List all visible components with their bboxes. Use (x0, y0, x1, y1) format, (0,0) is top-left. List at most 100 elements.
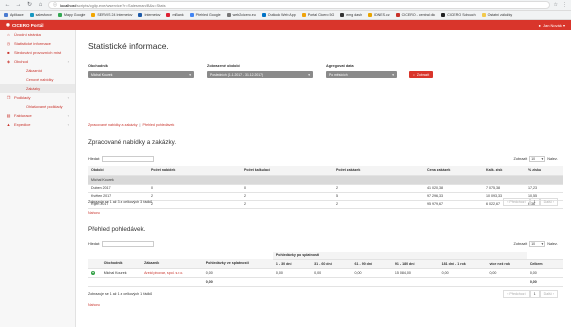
forward-icon[interactable]: → (15, 0, 22, 11)
sidebar-sub-ohlasovane[interactable]: Ohlašované podklady (0, 102, 75, 111)
col-header[interactable]: více než rok (486, 259, 527, 269)
col-header[interactable]: Kalk. zisk (483, 166, 525, 176)
cell: Michal Kourek (100, 268, 142, 278)
spacer (88, 252, 273, 259)
bookmark-item[interactable]: Mapy Google (57, 13, 85, 17)
sidebar-sub-zakaznici[interactable]: Zákazníci (0, 66, 75, 75)
col-header[interactable]: 1 - 30 dní (272, 259, 312, 269)
col-header[interactable]: Obchodník (100, 259, 142, 269)
sidebar-item-expedice[interactable]: ▲ Expedice ‹ (0, 120, 75, 129)
col-header[interactable]: Celkem (526, 259, 563, 269)
customer-link[interactable]: Areál pivovar, spol. s.r.o. (141, 268, 203, 278)
page-size-suffix: Nalez. (547, 157, 558, 161)
search-input[interactable] (102, 241, 155, 247)
sidebar-item-fakturace[interactable]: ▤ Fakturace ‹ (0, 111, 75, 120)
bookmark-favicon-icon (138, 13, 143, 17)
obchodnik-select[interactable]: Michal Kourek ▾ (88, 71, 194, 78)
pager-next[interactable]: Další › (539, 290, 558, 298)
cell: 0 (241, 184, 333, 193)
bookmark-item[interactable]: salesforce (29, 13, 52, 17)
col-header[interactable]: Počet kalkulací (241, 166, 333, 176)
cell: 97 296,33 (424, 192, 483, 201)
bookmark-item[interactable]: Outlook Web App (261, 13, 296, 17)
search-label: Hledat: (88, 157, 101, 161)
cell: 2 (241, 200, 333, 209)
bookmark-favicon-icon (57, 13, 62, 17)
expand-cell[interactable]: + (88, 268, 101, 278)
reload-icon[interactable]: ↻ (26, 0, 33, 11)
bookmark-label: emg dash (346, 13, 363, 17)
sidebar-item-sledovani[interactable]: ■ Sledování provozních míst (0, 48, 75, 57)
obdobi-value: Posledních (1.1.2017 - 31.12.2017) (210, 72, 264, 77)
user-menu[interactable]: ● Jan Novák ▾ (539, 23, 565, 28)
nahoru-link-2[interactable]: Nahoru (88, 303, 100, 307)
bookmark-item[interactable]: Internetov (138, 13, 160, 17)
cell (486, 277, 527, 287)
brand[interactable]: ◉ CICERO Portál (6, 22, 43, 28)
page-size-select[interactable]: 10 ▾ (529, 156, 546, 162)
bookmark-item[interactable]: emg dash (340, 13, 362, 17)
sidebar-item-statistiky[interactable]: ◷ Statistické informace (0, 39, 75, 48)
address-bar[interactable]: ⓘ localhost/scripts/cgiip.exe/wservice?r… (48, 1, 550, 9)
bookmark-star-icon[interactable]: ☆ (554, 2, 558, 8)
home-icon[interactable]: ⌂ (37, 0, 44, 11)
bookmark-item[interactable]: Přehled Google (189, 13, 221, 17)
link-pohledavky[interactable]: Přehled pohledávek (142, 123, 174, 127)
bookmark-item[interactable]: CICERO Sdrouch (441, 13, 476, 17)
bookmark-label: web2cicero.eu (232, 13, 256, 17)
pager-prev[interactable]: ‹ Předchozí (503, 290, 530, 298)
col-header[interactable]: Počet nabídek (148, 166, 241, 176)
bookmark-item[interactable]: CICERO - central dic (395, 13, 435, 17)
bookmark-label: Aplikace (10, 13, 24, 17)
cell: 0,00 (526, 268, 563, 278)
back-icon[interactable]: ← (4, 0, 11, 11)
zobrazit-button[interactable]: ⌕ Zobrazit (409, 71, 434, 78)
sidebar-item-obchod[interactable]: ◈ Obchod › (0, 57, 75, 66)
col-header[interactable]: Období (88, 166, 148, 176)
table-row: Říjen 2017 2 2 2 95 979,67 6 022,67 6,36 (88, 200, 563, 209)
sidebar-sub-nabidky[interactable]: Cenové nabídky (0, 75, 75, 84)
col-header[interactable]: Pohledávky ve splatnosti (202, 259, 273, 269)
col-header[interactable]: 31 - 60 dní (311, 259, 352, 269)
bookmark-item[interactable]: web2cicero.eu (226, 13, 256, 17)
page-size-group-2: Zobrazit 10 ▾ Nalez. (514, 241, 558, 247)
nahoru-link-1[interactable]: Nahoru (88, 211, 100, 215)
bookmark-item[interactable]: Portal Cicero 5G (301, 13, 334, 17)
obchodnik-label: Obchodník (88, 64, 108, 68)
link-nabidky[interactable]: Zpracované nabídky a zakázky (88, 123, 138, 127)
diamond-icon: ◈ (6, 59, 11, 64)
pager-prev[interactable]: ‹ Předchozí (503, 198, 530, 206)
obchodnik-value: Michal Kourek (91, 72, 113, 77)
bookmark-item[interactable]: IDNES.cz (368, 13, 390, 17)
col-header[interactable]: 181 dní - 1 rok (438, 259, 487, 269)
table-header-row: Obchodník Zákazník Pohledávky ve splatno… (88, 259, 563, 269)
col-header[interactable]: Cena zakázek (424, 166, 483, 176)
sidebar-item-uvod[interactable]: ⌂ Úvodní stránka (0, 30, 75, 39)
col-header[interactable]: Zákazník (141, 259, 203, 269)
agregace-select[interactable]: Po měsících ▾ (326, 71, 397, 78)
col-header[interactable]: 61 - 90 dní (351, 259, 392, 269)
cell: 17,23 (525, 184, 563, 193)
plus-icon[interactable]: + (91, 270, 95, 275)
page-size-select[interactable]: 10 ▾ (529, 241, 546, 247)
col-header[interactable]: % zisku (525, 166, 563, 176)
sidebar-item-podklady[interactable]: ❐ Podklady ‹ (0, 93, 75, 102)
pager-page[interactable]: 1 (529, 198, 540, 206)
pager-next[interactable]: Další › (539, 198, 558, 206)
bookmark-item[interactable]: Ostatní záložky (481, 13, 512, 17)
pager-page[interactable]: 1 (529, 290, 540, 298)
search-group-2: Hledat: (88, 241, 155, 247)
sidebar-item-label: Statistické informace (14, 41, 51, 46)
sidebar-sub-zakazky[interactable]: Zakázky (0, 84, 75, 93)
menu-icon[interactable]: ⋮ (562, 2, 567, 8)
obdobi-select[interactable]: Posledních (1.1.2017 - 31.12.2017) ▾ (207, 71, 313, 78)
search-input[interactable] (102, 156, 155, 162)
col-header[interactable]: 91 - 180 dní (391, 259, 439, 269)
bookmark-favicon-icon (395, 13, 400, 17)
bookmark-item[interactable]: SERVIS 24 Internetov (91, 13, 132, 17)
bookmark-item[interactable]: Aplikace (4, 13, 24, 17)
bookmark-item[interactable]: mBank (166, 13, 184, 17)
col-header[interactable]: Počet zakázek (333, 166, 424, 176)
chevron-down-icon: ▾ (392, 72, 394, 77)
cell: 0,00 (311, 268, 352, 278)
